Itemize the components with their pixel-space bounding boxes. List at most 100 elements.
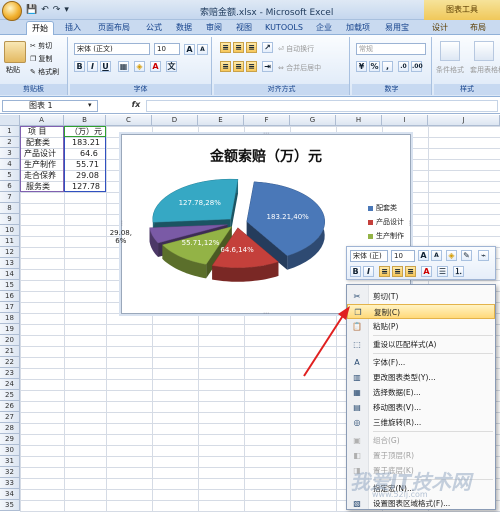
row-header[interactable]: 6 <box>0 181 20 192</box>
tab-view[interactable]: 视图 <box>232 21 256 35</box>
align-center-icon[interactable]: ≡ <box>233 61 244 72</box>
mini-font-size-combo[interactable]: 10 <box>391 250 415 262</box>
mini-fill-icon[interactable]: ◈ <box>446 250 457 261</box>
mini-italic-button[interactable]: I <box>363 266 374 277</box>
mini-align-right-icon[interactable]: ≡ <box>405 266 416 277</box>
mini-font-name-combo[interactable]: 宋体 (正) <box>350 250 388 262</box>
mini-list-icon[interactable]: ☰ <box>437 266 448 277</box>
menu-item[interactable]: ◎ 三维旋转(R)... <box>347 415 495 430</box>
row-header[interactable]: 11 <box>0 236 20 247</box>
mini-grow-font-icon[interactable]: A <box>418 250 429 261</box>
font-name-combo[interactable]: 宋体 (正文) <box>74 43 150 55</box>
table-format-icon[interactable] <box>474 41 494 61</box>
row-header[interactable]: 16 <box>0 291 20 302</box>
select-all-corner[interactable] <box>0 115 20 126</box>
menu-item[interactable]: ▣ 组合(G) <box>347 433 495 448</box>
row-header[interactable]: 21 <box>0 346 20 357</box>
decrease-decimal-icon[interactable]: .00 <box>411 61 423 72</box>
orientation-icon[interactable]: ↗ <box>262 42 273 53</box>
data-label[interactable]: 64.6,14% <box>220 246 253 254</box>
mini-align-left-icon[interactable]: ≡ <box>379 266 390 277</box>
menu-item[interactable]: A 字体(F)... <box>347 355 495 370</box>
italic-button[interactable]: I <box>87 61 98 72</box>
indent-icon[interactable]: ⇥ <box>262 61 273 72</box>
menu-item[interactable]: ▤ 移动图表(V)... <box>347 400 495 415</box>
row-header[interactable]: 29 <box>0 434 20 445</box>
table-format-button[interactable]: 套用表格格式 <box>470 65 500 75</box>
row-header[interactable]: 10 <box>0 225 20 236</box>
number-format-combo[interactable]: 常规 <box>356 43 426 55</box>
data-label[interactable]: 127.78,28% <box>179 199 221 207</box>
row-header[interactable]: 3 <box>0 148 20 159</box>
tab-enterprise[interactable]: 企业 <box>312 21 336 35</box>
name-box-dropdown-icon[interactable]: ▾ <box>88 101 92 109</box>
bold-button[interactable]: B <box>74 61 85 72</box>
row-header[interactable]: 26 <box>0 401 20 412</box>
mini-bold-button[interactable]: B <box>350 266 361 277</box>
office-button[interactable] <box>2 1 22 21</box>
tab-formulas[interactable]: 公式 <box>142 21 166 35</box>
cut-button[interactable]: ✂ 剪切 <box>30 41 52 51</box>
row-header[interactable]: 24 <box>0 379 20 390</box>
tab-data[interactable]: 数据 <box>172 21 196 35</box>
data-label[interactable]: 29.08, 6% <box>106 229 136 245</box>
fx-icon[interactable]: fx <box>128 100 144 112</box>
tab-insert[interactable]: 插入 <box>60 21 86 35</box>
column-header[interactable]: D <box>152 115 198 126</box>
increase-decimal-icon[interactable]: .0 <box>398 61 409 72</box>
redo-icon[interactable]: ↷ <box>53 5 61 15</box>
column-header[interactable]: B <box>64 115 106 126</box>
format-painter-button[interactable]: ✎ 格式刷 <box>30 67 59 77</box>
row-header[interactable]: 4 <box>0 159 20 170</box>
column-header[interactable]: H <box>336 115 382 126</box>
row-header[interactable]: 27 <box>0 412 20 423</box>
row-header[interactable]: 9 <box>0 214 20 225</box>
copy-button[interactable]: ❐ 复制 <box>30 54 53 64</box>
row-header[interactable]: 13 <box>0 258 20 269</box>
menu-item[interactable]: ✂ 剪切(T) <box>347 289 495 304</box>
row-header[interactable]: 8 <box>0 203 20 214</box>
pie-plot[interactable] <box>122 163 362 313</box>
row-header[interactable]: 7 <box>0 192 20 203</box>
row-header[interactable]: 20 <box>0 335 20 346</box>
row-header[interactable]: 18 <box>0 313 20 324</box>
name-box[interactable]: 图表 1 <box>2 100 98 112</box>
data-label[interactable]: 55.71,12% <box>182 239 220 247</box>
fill-color-icon[interactable]: ◈ <box>134 61 145 72</box>
tab-addins[interactable]: 加载项 <box>342 21 374 35</box>
row-header[interactable]: 19 <box>0 324 20 335</box>
currency-icon[interactable]: ¥ <box>356 61 367 72</box>
mini-align-center-icon[interactable]: ≡ <box>392 266 403 277</box>
row-header[interactable]: 22 <box>0 357 20 368</box>
align-right-icon[interactable]: ≡ <box>246 61 257 72</box>
column-header[interactable]: I <box>382 115 428 126</box>
row-header[interactable]: 15 <box>0 280 20 291</box>
tab-design[interactable]: 设计 <box>424 21 456 35</box>
conditional-format-button[interactable]: 条件格式 <box>436 65 464 75</box>
row-header[interactable]: 28 <box>0 423 20 434</box>
align-bottom-icon[interactable]: ≡ <box>246 42 257 53</box>
row-header[interactable]: 34 <box>0 489 20 500</box>
column-header[interactable]: G <box>290 115 336 126</box>
row-header[interactable]: 12 <box>0 247 20 258</box>
column-header[interactable]: C <box>106 115 152 126</box>
row-header[interactable]: 1 <box>0 126 20 137</box>
row-header[interactable]: 33 <box>0 478 20 489</box>
mini-numbered-list-icon[interactable]: ⒈ <box>453 266 464 277</box>
row-header[interactable]: 5 <box>0 170 20 181</box>
font-color-icon[interactable]: A <box>150 61 161 72</box>
menu-item[interactable]: ▥ 更改图表类型(Y)... <box>347 370 495 385</box>
resize-handle-top[interactable]: ⋯ <box>263 131 269 137</box>
paste-icon[interactable] <box>4 41 26 63</box>
column-header[interactable]: J <box>428 115 500 126</box>
row-header[interactable]: 17 <box>0 302 20 313</box>
row-header[interactable]: 14 <box>0 269 20 280</box>
menu-item[interactable]: ⬚ 重设以匹配样式(A) <box>347 337 495 352</box>
column-header[interactable]: F <box>244 115 290 126</box>
mini-outline-icon[interactable]: ✎ <box>461 250 472 261</box>
underline-button[interactable]: U <box>100 61 111 72</box>
mini-format-painter-icon[interactable]: ⌁ <box>478 250 489 261</box>
comma-icon[interactable]: , <box>382 61 393 72</box>
menu-item[interactable]: ▦ 选择数据(E)... <box>347 385 495 400</box>
conditional-format-icon[interactable] <box>440 41 460 61</box>
